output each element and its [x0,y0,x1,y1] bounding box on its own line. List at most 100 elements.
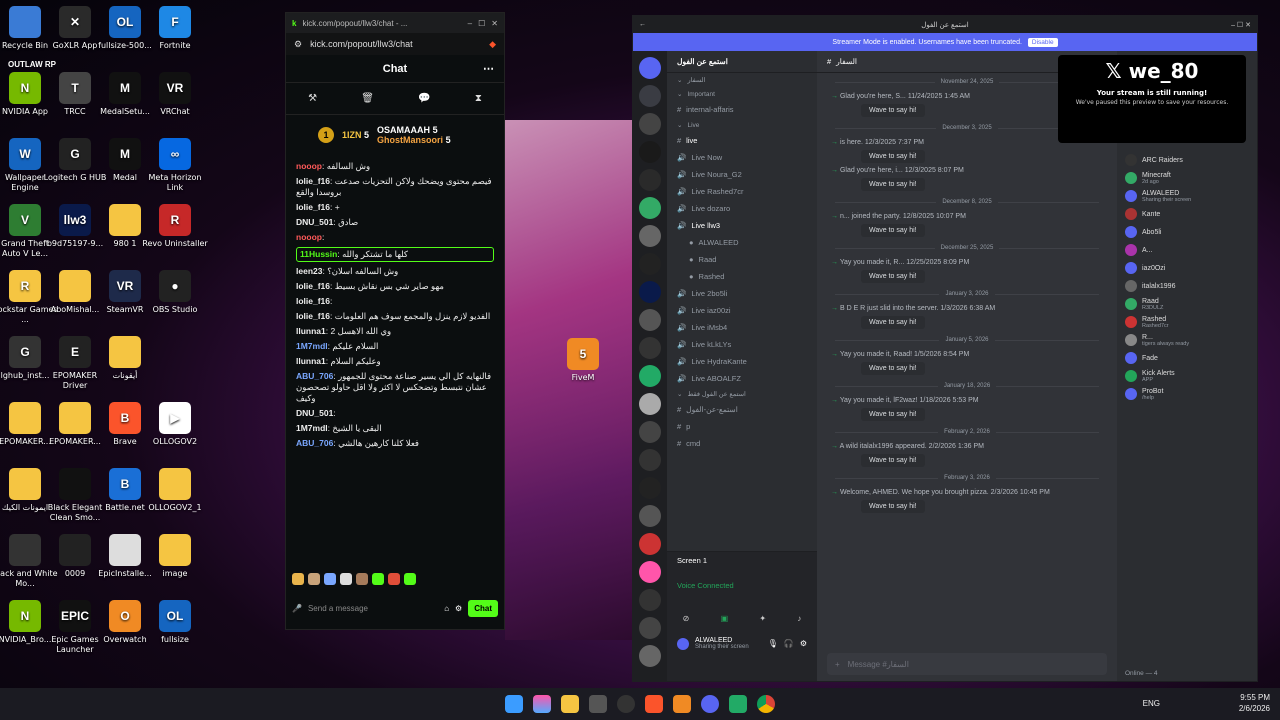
emote-icon[interactable] [308,573,320,585]
desktop-icon[interactable]: ▶ OLLOGOV2 [142,402,208,447]
server-icon[interactable] [639,141,661,163]
channel-item[interactable]: 🔊 Live llw3 [667,217,817,234]
member-item[interactable]: italalx1996 [1117,277,1257,295]
disable-streamer-mode-button[interactable]: Disable [1027,37,1058,47]
member-item[interactable]: ARC Raiders [1117,151,1257,169]
send-chat-button[interactable]: Chat [468,599,498,617]
channel-item[interactable]: ⌄ Live [667,118,817,132]
chat-username[interactable]: nooop [296,232,322,242]
emote-icon[interactable] [356,573,368,585]
channel-item[interactable]: # استمع-عن-الفول [667,401,817,418]
channel-item[interactable]: ● ALWALEED [667,234,817,251]
desktop-icon[interactable]: ● OBS Studio [142,270,208,315]
emote-icon[interactable] [292,573,304,585]
desktop-icon[interactable]: 5 FiveM [550,338,616,383]
desktop-icon[interactable]: image [142,534,208,579]
channel-item[interactable]: # p [667,418,817,435]
chat-bubble-icon[interactable]: 💬 [418,93,430,104]
camera-icon[interactable]: ⊘ [683,614,690,623]
server-name[interactable]: استمع عن الفول [667,51,817,73]
channel-item[interactable]: 🔊 Live kLkLYs [667,336,817,353]
emote-icon[interactable] [404,573,416,585]
desktop-icon[interactable]: VR VRChat [142,72,208,117]
trash-icon[interactable]: 🗑 [361,93,374,104]
channel-item[interactable]: # live [667,132,817,149]
chat-username[interactable]: llunna1 [296,326,326,336]
chat-input[interactable]: Send a message [308,604,438,613]
server-icon[interactable] [639,477,661,499]
minimize-icon[interactable]: – [468,19,472,28]
member-item[interactable]: A... [1117,241,1257,259]
channel-item[interactable]: ⌄ استمع عن الفول فقط [667,387,817,401]
member-item[interactable]: Rashed Rashed7cr [1117,313,1257,331]
server-icon[interactable] [639,365,661,387]
member-item[interactable]: iaz0Ozi [1117,259,1257,277]
clock-date[interactable]: 2/6/2026 [1239,703,1270,714]
chat-username[interactable]: lolie_f16 [296,281,330,291]
channel-item[interactable]: 🔊 Live Rashed7cr [667,183,817,200]
server-icon[interactable] [639,309,661,331]
arc-icon[interactable] [673,695,691,713]
kick-address-bar[interactable]: ⚙ kick.com/popout/llw3/chat ◆ [286,33,504,55]
back-arrow-icon[interactable]: ← [639,21,646,28]
channel-item[interactable]: 🔊 Live Noura_G2 [667,166,817,183]
wave-button[interactable]: Wave to say hi! [861,150,925,163]
member-item[interactable]: Kante [1117,205,1257,223]
chat-username[interactable]: DNU_501 [296,217,333,227]
channel-item[interactable]: ● Raad [667,251,817,268]
server-icon[interactable] [639,533,661,555]
server-icon[interactable] [639,85,661,107]
mic-icon[interactable]: 🎙 [768,639,778,648]
server-icon[interactable] [639,561,661,583]
activities-icon[interactable]: ✦ [759,614,766,623]
brave-shield-icon[interactable]: ◆ [489,39,496,50]
kick-url[interactable]: kick.com/popout/llw3/chat [310,39,481,49]
chat-username[interactable]: lolie_f16 [296,176,330,186]
server-icon[interactable] [639,281,661,303]
maximize-icon[interactable]: ☐ [478,19,485,28]
language-indicator[interactable]: ENG [1143,698,1160,709]
brave-icon[interactable] [645,695,663,713]
chat-username[interactable]: lolie_f16 [296,311,330,321]
wave-button[interactable]: Wave to say hi! [861,316,925,329]
chat-username[interactable]: 1M7mdl [296,341,328,351]
channel-item[interactable]: # internal-affaris [667,101,817,118]
server-icon[interactable] [639,225,661,247]
chat-username[interactable]: 1M7mdl [296,423,328,433]
channel-item[interactable]: ● Rashed [667,268,817,285]
server-icon[interactable] [639,197,661,219]
copilot-icon[interactable] [533,695,551,713]
settings-icon[interactable]: ⚙ [294,39,302,50]
more-options-icon[interactable]: ⋯ [483,62,494,75]
wave-button[interactable]: Wave to say hi! [861,454,925,467]
hourglass-icon[interactable]: ⧗ [475,93,482,104]
channel-item[interactable]: ⌄ السفار [667,73,817,87]
mic-icon[interactable]: 🎤 [292,604,302,613]
gear-icon[interactable]: ⚙ [455,604,462,613]
channel-item[interactable]: 🔊 Live ABOALFZ [667,370,817,387]
server-icon[interactable] [639,337,661,359]
wave-button[interactable]: Wave to say hi! [861,104,925,117]
wave-button[interactable]: Wave to say hi! [861,408,925,421]
member-item[interactable]: Fade [1117,349,1257,367]
chat-username[interactable]: ABU_706 [296,371,333,381]
server-icon[interactable] [639,253,661,275]
server-icon[interactable] [639,169,661,191]
hammer-icon[interactable]: ⚒ [308,93,317,104]
screen-share-tile[interactable]: Screen 1 [667,552,817,569]
emote-icon[interactable] [324,573,336,585]
gift-icon[interactable]: ⌂ [444,604,449,613]
channel-item[interactable]: 🔊 Live iaz00zi [667,302,817,319]
server-icon[interactable] [639,645,661,667]
system-tray[interactable]: ENG 9:55 PM 2/6/2026 [1143,692,1270,714]
file-explorer-icon[interactable] [561,695,579,713]
goxlr-icon[interactable] [729,695,747,713]
plus-icon[interactable]: + [835,660,840,669]
close-icon[interactable]: ✕ [491,19,498,28]
channel-item[interactable]: 🔊 Live dozaro [667,200,817,217]
clock-time[interactable]: 9:55 PM [1239,692,1270,703]
server-icon[interactable] [639,113,661,135]
chat-username[interactable]: leen23 [296,266,322,276]
server-icon[interactable] [639,393,661,415]
desktop-icon[interactable]: OLLOGOV2_1 [142,468,208,513]
